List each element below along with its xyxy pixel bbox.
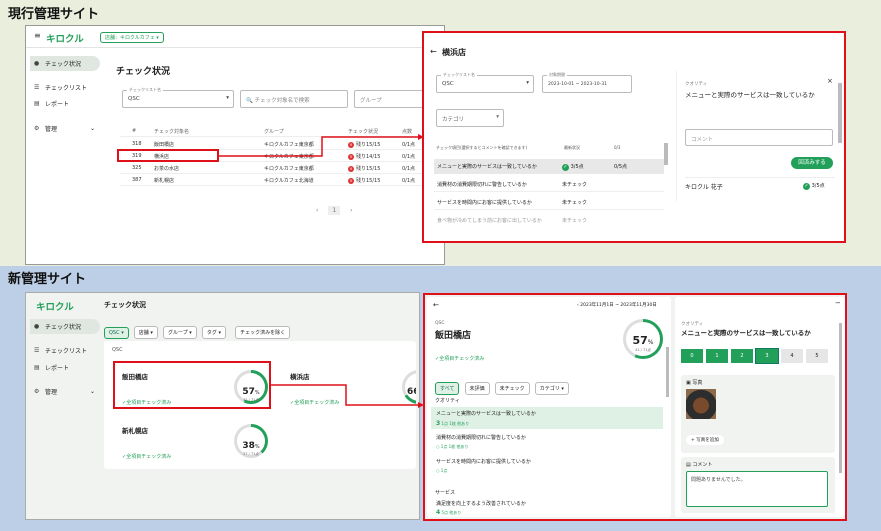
flow-arrows — [219, 134, 424, 408]
arrow-new — [271, 384, 418, 406]
arrow-old — [219, 136, 418, 157]
arrow-head — [418, 402, 424, 408]
arrow-head — [418, 134, 424, 140]
